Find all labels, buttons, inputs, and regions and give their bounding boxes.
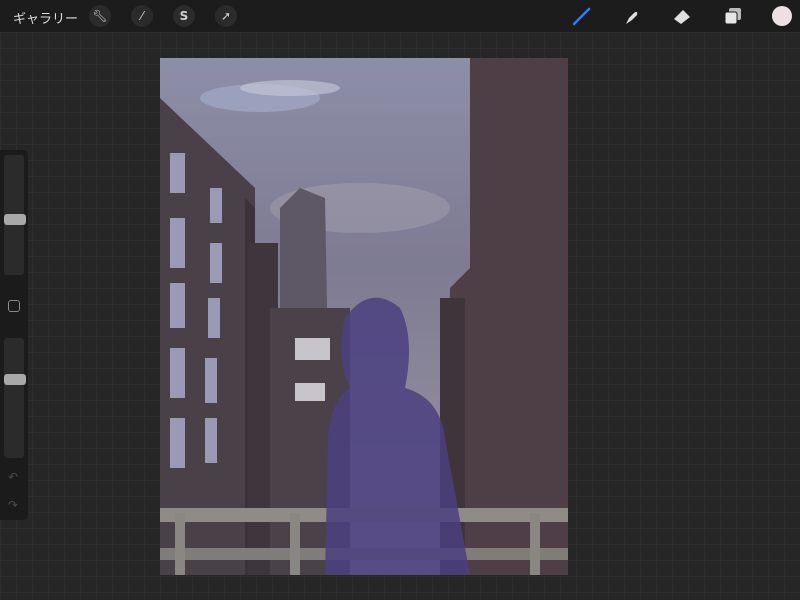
selection-s-icon[interactable]: S	[173, 5, 195, 27]
undo-icon[interactable]: ↶	[8, 470, 18, 484]
wrench-icon[interactable]: 🔧︎	[89, 5, 111, 27]
redo-icon[interactable]: ↷	[8, 498, 18, 512]
smudge-icon[interactable]	[620, 5, 642, 27]
signboard	[295, 338, 330, 360]
opacity-slider[interactable]	[4, 338, 26, 458]
arrow-cursor-icon[interactable]: ➚	[215, 5, 237, 27]
brush-size-thumb[interactable]	[4, 213, 26, 225]
brush-size-slider[interactable]	[4, 155, 26, 275]
sidebar: ↶ ↷	[0, 150, 28, 520]
brush-icon[interactable]	[570, 5, 592, 27]
top-toolbar: ギャラリー 🔧︎ ⁄ S ➚	[0, 0, 800, 32]
artwork	[160, 58, 568, 575]
gallery-button[interactable]: ギャラリー	[13, 8, 78, 27]
signboard	[295, 383, 325, 401]
square-icon[interactable]	[8, 300, 20, 312]
color-swatch[interactable]	[772, 6, 792, 26]
magic-wand-icon[interactable]: ⁄	[131, 5, 153, 27]
opacity-thumb[interactable]	[4, 373, 26, 385]
artwork-canvas[interactable]	[160, 58, 568, 575]
layers-icon[interactable]	[722, 5, 744, 27]
cloud	[240, 80, 340, 96]
eraser-icon[interactable]	[671, 5, 693, 27]
